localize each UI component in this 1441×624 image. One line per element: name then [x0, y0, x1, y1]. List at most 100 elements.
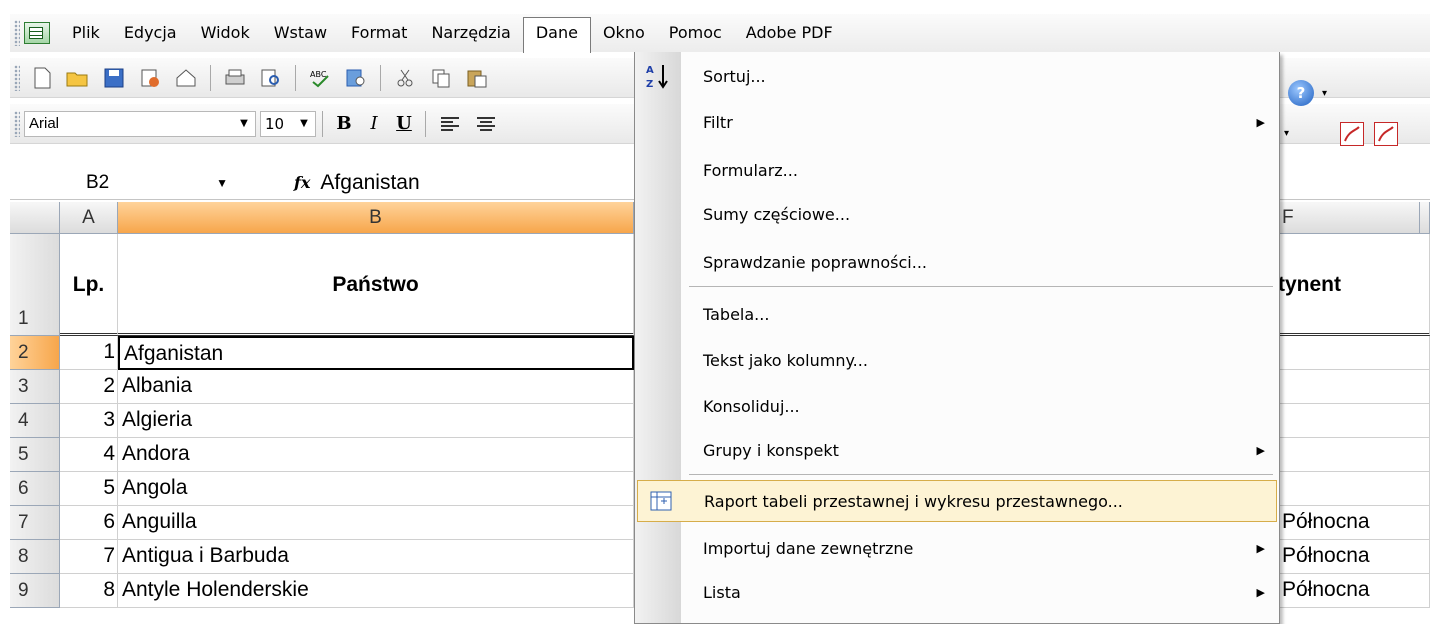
convert-to-pdf-icon[interactable]	[1340, 122, 1364, 146]
new-document-icon[interactable]	[28, 65, 56, 91]
font-name-combo[interactable]: Arial ▼	[24, 110, 256, 137]
cell-lp[interactable]: 3	[60, 404, 118, 438]
cell-kontynent[interactable]	[1278, 370, 1430, 404]
chevron-down-icon[interactable]: ▼	[216, 168, 228, 198]
menu-item-konsoliduj[interactable]: Konsoliduj...	[635, 384, 1279, 428]
menu-item-sortuj[interactable]: AZ Sortuj...	[635, 54, 1279, 98]
row-header[interactable]: 4	[10, 404, 60, 438]
cell-lp[interactable]: 4	[60, 438, 118, 472]
row-header[interactable]: 3	[10, 370, 60, 404]
print-icon[interactable]	[221, 65, 249, 91]
menu-item-formularz[interactable]: Formularz...	[635, 148, 1279, 192]
row-header[interactable]: 9	[10, 574, 60, 608]
cell-panstwo[interactable]: Antigua i Barbuda	[118, 540, 634, 574]
toolbar-grip[interactable]	[14, 64, 20, 91]
cell-panstwo[interactable]: Andora	[118, 438, 634, 472]
cell-lp[interactable]: 6	[60, 506, 118, 540]
cell-panstwo[interactable]: Antyle Holenderskie	[118, 574, 634, 608]
cell-kontynent[interactable]	[1278, 404, 1430, 438]
chevron-down-icon[interactable]: ▼	[235, 114, 253, 134]
menu-edycja[interactable]: Edycja	[112, 17, 189, 49]
menu-widok[interactable]: Widok	[189, 17, 262, 49]
cell-panstwo[interactable]: Afganistan	[118, 336, 634, 370]
cell-panstwo[interactable]: Anguilla	[118, 506, 634, 540]
column-header-a[interactable]: A	[60, 202, 118, 234]
header-cell-lp[interactable]: Lp.	[60, 234, 118, 336]
copy-icon[interactable]	[427, 65, 455, 91]
header-cell-panstwo[interactable]: Państwo	[118, 234, 634, 336]
paste-icon[interactable]	[463, 65, 491, 91]
menu-item-lista[interactable]: Lista ▶	[635, 570, 1279, 614]
menu-item-tabela[interactable]: Tabela...	[635, 292, 1279, 336]
column-header-f[interactable]: F	[1278, 202, 1420, 234]
spelling-icon[interactable]: ABC	[306, 65, 334, 91]
menu-item-tekst-jako-kolumny[interactable]: Tekst jako kolumny...	[635, 338, 1279, 382]
research-icon[interactable]	[342, 65, 370, 91]
menu-narzedzia[interactable]: Narzędzia	[419, 17, 522, 49]
underline-button[interactable]: U	[389, 110, 419, 138]
excel-app-icon[interactable]	[24, 22, 50, 44]
name-box-value: B2	[86, 171, 110, 193]
help-icon[interactable]: ?	[1288, 80, 1314, 106]
cell-kontynent[interactable]	[1278, 472, 1430, 506]
header-cell-kontynent[interactable]: tynent	[1278, 234, 1430, 336]
cell-panstwo[interactable]: Algieria	[118, 404, 634, 438]
formula-input[interactable]: Afganistan	[320, 171, 419, 195]
row-header[interactable]: 2	[10, 336, 60, 370]
save-icon[interactable]	[100, 65, 128, 91]
submenu-arrow-icon: ▶	[1256, 443, 1265, 457]
column-header-b[interactable]: B	[118, 202, 634, 234]
chevron-down-icon[interactable]: ▼	[295, 114, 313, 134]
cell-lp[interactable]: 1	[60, 336, 118, 370]
menu-dane[interactable]: Dane	[522, 17, 591, 53]
cell-kontynent[interactable]: Północna	[1278, 506, 1430, 540]
row-header[interactable]: 8	[10, 540, 60, 574]
italic-button[interactable]: I	[359, 110, 389, 138]
menu-item-raport-tabeli-przestawnej[interactable]: Raport tabeli przestawnej i wykresu prze…	[637, 480, 1277, 522]
open-folder-icon[interactable]	[64, 65, 92, 91]
font-size-combo[interactable]: 10 ▼	[260, 110, 316, 137]
cell-lp[interactable]: 2	[60, 370, 118, 404]
menu-pomoc[interactable]: Pomoc	[657, 17, 734, 49]
menu-plik[interactable]: Plik	[60, 17, 112, 49]
print-preview-icon[interactable]	[257, 65, 285, 91]
menu-item-sprawdzanie-poprawnosci[interactable]: Sprawdzanie poprawności...	[635, 240, 1279, 284]
align-center-icon[interactable]	[472, 111, 500, 137]
select-all-corner[interactable]	[10, 202, 60, 234]
menu-item-importuj-dane-zewnetrzne[interactable]: Importuj dane zewnętrzne ▶	[635, 526, 1279, 570]
cell-panstwo[interactable]: Angola	[118, 472, 634, 506]
column-header-g[interactable]	[1420, 202, 1430, 234]
email-icon[interactable]	[172, 65, 200, 91]
toolbar-separator	[425, 110, 426, 137]
convert-and-email-pdf-icon[interactable]	[1374, 122, 1398, 146]
insert-function-icon[interactable]: fx	[294, 173, 310, 192]
toolbar-options-icon[interactable]: ▾	[1322, 88, 1327, 99]
name-box[interactable]: B2 ▼	[10, 168, 228, 198]
row-header[interactable]: 5	[10, 438, 60, 472]
menu-item-sumy-czesciowe[interactable]: Sumy częściowe...	[635, 192, 1279, 236]
row-header[interactable]: 6	[10, 472, 60, 506]
align-left-icon[interactable]	[436, 111, 464, 137]
cell-lp[interactable]: 5	[60, 472, 118, 506]
row-header-1[interactable]: 1	[10, 234, 60, 336]
permission-icon[interactable]	[136, 65, 164, 91]
menu-wstaw[interactable]: Wstaw	[262, 17, 339, 49]
cell-panstwo[interactable]: Albania	[118, 370, 634, 404]
menu-okno[interactable]: Okno	[591, 17, 657, 49]
cell-lp[interactable]: 8	[60, 574, 118, 608]
menu-format[interactable]: Format	[339, 17, 419, 49]
toolbar-options-icon[interactable]: ▾	[1284, 128, 1289, 139]
cell-kontynent[interactable]: Północna	[1278, 540, 1430, 574]
menu-adobe-pdf[interactable]: Adobe PDF	[734, 17, 845, 49]
cell-kontynent[interactable]	[1278, 336, 1430, 370]
bold-button[interactable]: B	[329, 110, 359, 138]
cut-icon[interactable]	[391, 65, 419, 91]
cell-lp[interactable]: 7	[60, 540, 118, 574]
toolbar-grip[interactable]	[14, 110, 20, 137]
menu-item-filtr[interactable]: Filtr ▶	[635, 100, 1279, 144]
row-header[interactable]: 7	[10, 506, 60, 540]
cell-kontynent[interactable]: Północna	[1278, 574, 1430, 608]
menu-item-grupy-i-konspekt[interactable]: Grupy i konspekt ▶	[635, 428, 1279, 472]
toolbar-grip[interactable]	[14, 20, 20, 46]
cell-kontynent[interactable]	[1278, 438, 1430, 472]
